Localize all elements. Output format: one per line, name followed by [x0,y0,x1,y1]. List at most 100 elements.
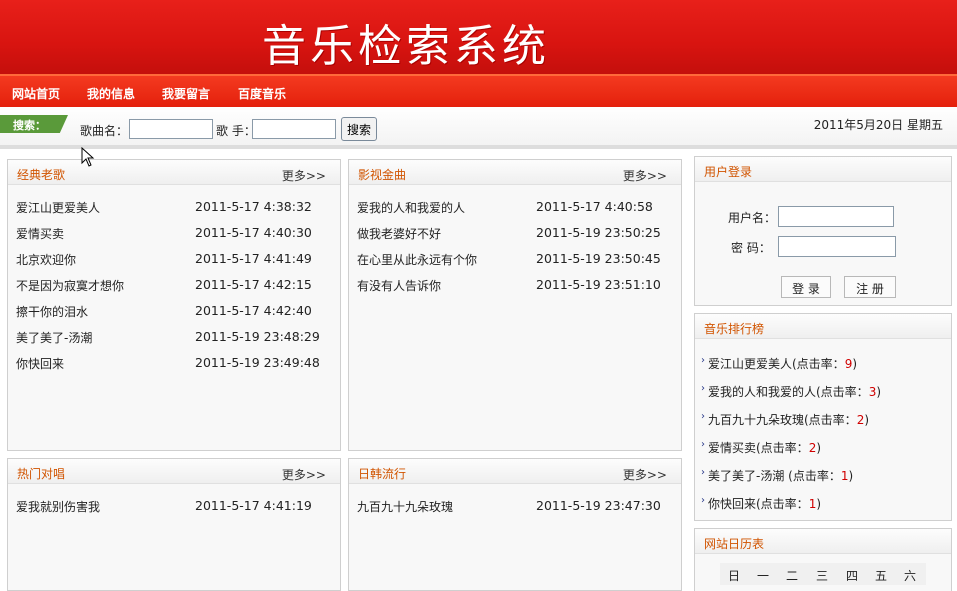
song-time: 2011-5-19 23:51:10 [536,277,661,292]
arrow-icon: › [701,439,705,450]
register-button[interactable]: 注 册 [844,276,896,298]
rank-song-link[interactable]: 美了美了-汤潮 (点击率：1) [708,467,853,484]
song-link[interactable]: 九百九十九朵玫瑰 [357,498,453,515]
list-item: 你快回来 2011-5-19 23:49:48 [16,355,340,381]
rank-song-link[interactable]: 爱我的人和我爱的人(点击率：3) [708,383,881,400]
more-link[interactable]: 更多>> [623,466,667,483]
ranking-panel: 音乐排行榜 › 爱江山更爱美人(点击率：9) › 爱我的人和我爱的人(点击率：3) … [694,313,952,521]
weekday: 五 [875,569,888,583]
rank-song-link[interactable]: 爱江山更爱美人(点击率：9) [708,355,857,372]
panel-classic-songs: 经典老歌 更多>> 爱江山更爱美人 2011-5-17 4:38:32 爱情买卖 2… [7,159,341,451]
song-link[interactable]: 你快回来 [16,355,64,372]
main-nav: 网站首页 我的信息 我要留言 百度音乐 [0,74,957,107]
calendar-weekday-header: 日 一 二 三 四 五 六 [720,563,926,585]
panel-header: 经典老歌 更多>> [8,160,340,185]
song-name-label: 歌曲名： [80,124,129,138]
mouse-cursor-icon [81,147,95,167]
song-time: 2011-5-17 4:42:40 [195,303,312,318]
login-panel: 用户登录 用户名： 密 码： 登 录 注 册 [694,156,952,306]
more-link[interactable]: 更多>> [282,167,326,184]
arrow-icon: › [701,355,705,366]
current-date: 2011年5月20日 星期五 [813,118,943,132]
song-link[interactable]: 在心里从此永远有个你 [357,251,477,268]
arrow-icon: › [701,383,705,394]
song-link[interactable]: 有没有人告诉你 [357,277,441,294]
panel-title: 网站日历表 [704,537,765,551]
song-link[interactable]: 爱江山更爱美人 [16,199,100,216]
list-item: 爱江山更爱美人 2011-5-17 4:38:32 [16,199,340,225]
song-time: 2011-5-17 4:40:30 [195,225,312,240]
login-button[interactable]: 登 录 [781,276,831,298]
nav-item-home[interactable]: 网站首页 [12,85,60,102]
panel-header: 网站日历表 [695,529,951,554]
weekday: 三 [816,569,829,583]
panel-title: 热门对唱 [17,467,66,481]
panel-duets: 热门对唱 更多>> 爱我就别伤害我 2011-5-17 4:41:19 [7,458,341,591]
weekday: 二 [786,569,799,583]
password-label: 密 码： [731,241,771,255]
singer-label: 歌 手： [216,124,256,138]
username-input[interactable] [778,206,894,227]
rank-song-link[interactable]: 爱情买卖(点击率：2) [708,439,821,456]
weekday: 日 [728,569,741,583]
search-button[interactable]: 搜索 [341,117,377,141]
song-link[interactable]: 爱我就别伤害我 [16,498,100,515]
song-time: 2011-5-19 23:50:25 [536,225,661,240]
rank-song-link[interactable]: 你快回来(点击率：1) [708,495,821,512]
panel-title: 音乐排行榜 [704,322,765,336]
panel-header: 日韩流行 更多>> [349,459,681,484]
panel-header: 影视金曲 更多>> [349,160,681,185]
song-link[interactable]: 不是因为寂寞才想你 [16,277,124,294]
panel-title: 用户登录 [704,165,753,179]
panel-header: 音乐排行榜 [695,314,951,339]
song-time: 2011-5-17 4:42:15 [195,277,312,292]
song-link[interactable]: 爱我的人和我爱的人 [357,199,465,216]
list-item: 爱我就别伤害我 2011-5-17 4:41:19 [16,498,340,524]
arrow-icon: › [701,495,705,506]
song-time: 2011-5-17 4:38:32 [195,199,312,214]
panel-title: 日韩流行 [358,467,407,481]
search-tag: 搜索： [0,115,68,133]
nav-item-leave-message[interactable]: 我要留言 [162,85,210,102]
more-link[interactable]: 更多>> [623,167,667,184]
list-item: 九百九十九朵玫瑰 2011-5-19 23:47:30 [357,498,681,524]
panel-header: 用户登录 [695,157,951,182]
list-item: 爱我的人和我爱的人 2011-5-17 4:40:58 [357,199,681,225]
song-link[interactable]: 擦干你的泪水 [16,303,88,320]
song-link[interactable]: 美了美了-汤潮 [16,329,92,346]
list-item: 有没有人告诉你 2011-5-19 23:51:10 [357,277,681,303]
nav-item-my-info[interactable]: 我的信息 [87,85,135,102]
calendar-panel: 网站日历表 日 一 二 三 四 五 六 [694,528,952,591]
list-item: 做我老婆好不好 2011-5-19 23:50:25 [357,225,681,251]
arrow-icon: › [701,467,705,478]
rank-item: › 你快回来(点击率：1) [701,495,951,523]
panel-title: 影视金曲 [358,168,407,182]
arrow-icon: › [701,411,705,422]
panel-header: 热门对唱 更多>> [8,459,340,484]
rank-item: › 爱江山更爱美人(点击率：9) [701,355,951,383]
song-time: 2011-5-19 23:49:48 [195,355,320,370]
list-item: 美了美了-汤潮 2011-5-19 23:48:29 [16,329,340,355]
song-name-input[interactable] [129,119,213,139]
list-item: 擦干你的泪水 2011-5-17 4:42:40 [16,303,340,329]
singer-input[interactable] [252,119,336,139]
song-time: 2011-5-19 23:47:30 [536,498,661,513]
weekday: 六 [904,569,917,583]
site-banner: 音乐检索系统 [0,0,957,74]
panel-title: 经典老歌 [17,168,66,182]
list-item: 不是因为寂寞才想你 2011-5-17 4:42:15 [16,277,340,303]
panel-film-songs: 影视金曲 更多>> 爱我的人和我爱的人 2011-5-17 4:40:58 做我老… [348,159,682,451]
rank-song-link[interactable]: 九百九十九朵玫瑰(点击率：2) [708,411,869,428]
more-link[interactable]: 更多>> [282,466,326,483]
weekday: 一 [757,569,770,583]
password-input[interactable] [778,236,896,257]
song-link[interactable]: 北京欢迎你 [16,251,76,268]
song-time: 2011-5-17 4:41:49 [195,251,312,266]
list-item: 爱情买卖 2011-5-17 4:40:30 [16,225,340,251]
song-link[interactable]: 爱情买卖 [16,225,64,242]
song-time: 2011-5-17 4:41:19 [195,498,312,513]
list-item: 北京欢迎你 2011-5-17 4:41:49 [16,251,340,277]
rank-item: › 美了美了-汤潮 (点击率：1) [701,467,951,495]
song-link[interactable]: 做我老婆好不好 [357,225,441,242]
nav-item-baidu-music[interactable]: 百度音乐 [238,85,286,102]
